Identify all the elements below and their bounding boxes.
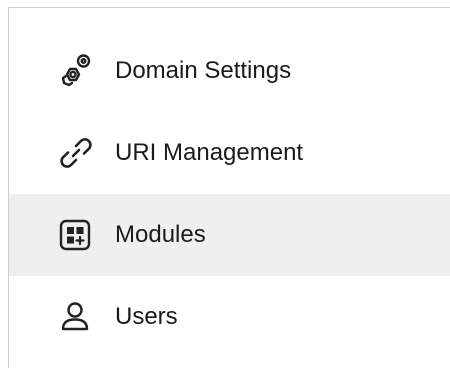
- link-icon: [57, 133, 97, 173]
- sidebar-item-label: URI Management: [115, 139, 304, 166]
- sidebar-item-users[interactable]: Users: [9, 276, 450, 358]
- top-divider: [8, 7, 450, 8]
- sidebar-item-modules[interactable]: Modules: [9, 194, 450, 276]
- sidebar-nav: Domain Settings URI Management Modules U…: [0, 0, 450, 368]
- sidebar-item-label: Modules: [115, 221, 206, 248]
- user-icon: [57, 297, 97, 337]
- sidebar-item-label: Domain Settings: [115, 57, 292, 84]
- sidebar-item-domain-settings[interactable]: Domain Settings: [9, 30, 450, 112]
- sidebar-item-uri-management[interactable]: URI Management: [9, 112, 450, 194]
- modules-grid-icon: [57, 215, 97, 255]
- sidebar-item-label: Users: [115, 303, 178, 330]
- gear-settings-icon: [57, 51, 97, 91]
